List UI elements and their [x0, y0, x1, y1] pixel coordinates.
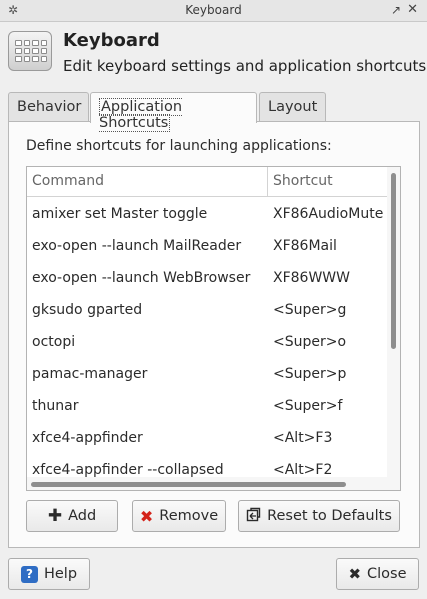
instruction-label: Define shortcuts for launching applicati…: [26, 138, 332, 154]
row-shortcut: <Super>g: [273, 302, 347, 318]
window-title: Keyboard: [185, 3, 242, 17]
row-shortcut: XF86Mail: [273, 238, 337, 254]
tab-behavior[interactable]: Behavior: [8, 92, 89, 122]
row-command: pamac-manager: [32, 366, 148, 382]
column-separator: [267, 167, 268, 197]
row-shortcut: XF86AudioMute: [273, 206, 384, 222]
row-command: thunar: [32, 398, 79, 414]
add-button-label: Add: [68, 508, 97, 524]
list-header: Command Shortcut: [27, 167, 389, 197]
row-command: xfce4-appfinder: [32, 430, 143, 446]
reset-to-defaults-button[interactable]: Reset to Defaults: [238, 500, 400, 532]
row-command: exo-open --launch MailReader: [32, 238, 242, 254]
close-x-icon: ✖: [348, 565, 362, 583]
close-button-label: Close: [367, 566, 407, 582]
vertical-scrollbar-thumb[interactable]: [391, 173, 396, 349]
tab-layout-label: Layout: [268, 99, 318, 115]
row-shortcut: XF86WWW: [273, 270, 350, 286]
dialog-subtitle: Edit keyboard settings and application s…: [63, 57, 427, 75]
plus-icon: ✚: [47, 506, 63, 526]
table-row[interactable]: amixer set Master toggle XF86AudioMute: [27, 198, 389, 230]
row-command: xfce4-appfinder --collapsed: [32, 462, 224, 478]
shortcuts-list[interactable]: Command Shortcut amixer set Master toggl…: [26, 166, 401, 491]
tab-application-shortcuts-label: Application Shortcuts: [99, 98, 183, 132]
row-command: amixer set Master toggle: [32, 206, 208, 222]
help-button[interactable]: ? Help: [8, 558, 90, 590]
help-icon: ?: [20, 565, 38, 583]
remove-button-label: Remove: [159, 508, 219, 524]
dialog-title: Keyboard: [63, 30, 160, 51]
dialog-action-bar: ? Help ✖ Close: [0, 548, 427, 599]
add-button[interactable]: ✚ Add: [26, 500, 118, 532]
close-button[interactable]: ✖ Close: [336, 558, 419, 590]
title-bar: ✲ Keyboard ↗ ✕: [0, 0, 427, 22]
reset-icon: [246, 507, 261, 526]
column-command-header[interactable]: Command: [32, 173, 104, 189]
tab-layout[interactable]: Layout: [259, 92, 326, 122]
table-row[interactable]: exo-open --launch WebBrowser XF86WWW: [27, 262, 389, 294]
table-row[interactable]: xfce4-appfinder <Alt>F3: [27, 422, 389, 454]
table-row[interactable]: pamac-manager <Super>p: [27, 358, 389, 390]
vertical-scrollbar[interactable]: [387, 167, 400, 477]
column-shortcut-header[interactable]: Shortcut: [273, 173, 333, 189]
tab-application-shortcuts[interactable]: Application Shortcuts: [90, 92, 257, 132]
horizontal-scrollbar-thumb[interactable]: [31, 482, 346, 487]
row-shortcut: <Alt>F3: [273, 430, 333, 446]
tab-behavior-label: Behavior: [17, 99, 82, 115]
table-row[interactable]: thunar <Super>f: [27, 390, 389, 422]
horizontal-scrollbar[interactable]: [27, 477, 400, 490]
tab-bar: Behavior Application Shortcuts Layout: [8, 92, 420, 132]
keyboard-icon: [8, 31, 52, 71]
reset-button-label: Reset to Defaults: [267, 508, 392, 524]
remove-button[interactable]: ✖ Remove: [132, 500, 226, 532]
row-command: gksudo gparted: [32, 302, 143, 318]
row-shortcut: <Super>f: [273, 398, 343, 414]
shortcuts-panel: Define shortcuts for launching applicati…: [8, 121, 420, 548]
dialog-header: Keyboard Edit keyboard settings and appl…: [0, 22, 427, 84]
row-shortcut: <Super>o: [273, 334, 347, 350]
help-button-label: Help: [43, 566, 78, 582]
row-command: exo-open --launch WebBrowser: [32, 270, 251, 286]
table-row[interactable]: gksudo gparted <Super>g: [27, 294, 389, 326]
remove-x-icon: ✖: [139, 506, 154, 526]
row-shortcut: <Super>p: [273, 366, 347, 382]
table-row[interactable]: octopi <Super>o: [27, 326, 389, 358]
window-close-icon[interactable]: ✕: [407, 2, 418, 17]
list-rows: amixer set Master toggle XF86AudioMute e…: [27, 198, 389, 486]
row-command: octopi: [32, 334, 76, 350]
table-row[interactable]: exo-open --launch MailReader XF86Mail: [27, 230, 389, 262]
maximize-icon[interactable]: ↗: [391, 3, 401, 17]
row-shortcut: <Alt>F2: [273, 462, 333, 478]
